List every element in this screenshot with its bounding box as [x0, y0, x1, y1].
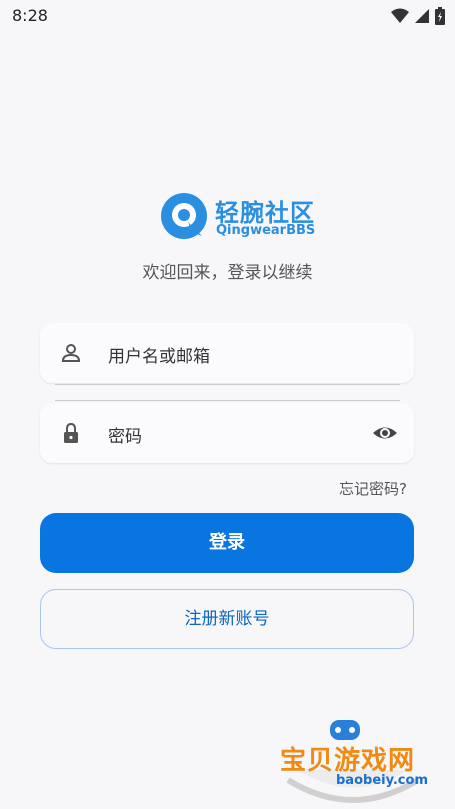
welcome-subtitle: 欢迎回来，登录以继续: [142, 263, 313, 283]
divider: [55, 400, 400, 401]
password-field[interactable]: 密码: [40, 403, 414, 463]
login-button[interactable]: 登录: [40, 513, 414, 573]
user-icon: [61, 344, 81, 362]
wifi-icon: [391, 8, 409, 23]
lock-icon: [64, 422, 78, 443]
watermark-text: 宝贝游戏网: [280, 746, 416, 776]
logo-icon: [161, 193, 207, 239]
password-placeholder: 密码: [108, 427, 142, 447]
watermark-url: baobeiy.com: [336, 773, 428, 788]
status-icons: [391, 7, 445, 25]
eye-icon[interactable]: [372, 420, 398, 446]
status-time: 8:28: [12, 6, 48, 25]
username-field[interactable]: 用户名或邮箱: [40, 323, 414, 383]
register-button[interactable]: 注册新账号: [40, 589, 414, 649]
status-bar: 8:28: [0, 0, 455, 32]
username-underline: [55, 384, 400, 385]
signal-icon: [415, 9, 429, 23]
brand-name-en: QingwearBBS: [216, 223, 316, 238]
forgot-password-link[interactable]: 忘记密码?: [339, 478, 407, 499]
username-placeholder: 用户名或邮箱: [108, 347, 210, 367]
battery-icon: [435, 7, 445, 25]
